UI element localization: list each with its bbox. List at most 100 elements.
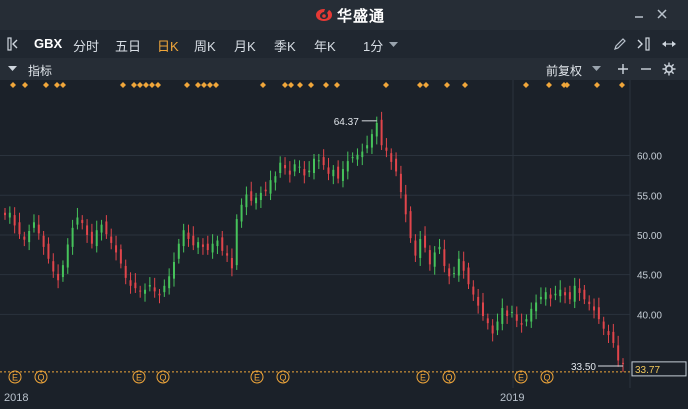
x-label-2018: 2018	[4, 392, 29, 404]
minute-dropdown-icon[interactable]	[389, 42, 398, 48]
minimize-icon[interactable]	[632, 7, 646, 21]
event-diamond-icon	[423, 82, 429, 88]
y-tick-label: 60.00	[637, 152, 662, 163]
event-diamond-icon	[143, 82, 149, 88]
candle-body	[298, 166, 301, 168]
event-diamond-icon	[137, 82, 143, 88]
candle-body	[549, 294, 552, 299]
candle-body	[313, 158, 315, 174]
candle-body	[525, 319, 528, 322]
candle-body	[66, 244, 69, 268]
candle-body	[409, 211, 412, 239]
candle-body	[419, 238, 422, 259]
zoom-in-icon[interactable]	[617, 63, 629, 75]
candle-body	[47, 243, 50, 259]
candle-body	[443, 249, 446, 266]
event-diamond-icon	[546, 82, 552, 88]
candle-body	[148, 285, 151, 287]
candle-body	[177, 243, 180, 259]
candle-body	[327, 167, 330, 174]
candle-body	[477, 296, 480, 306]
event-diamond-icon	[462, 82, 468, 88]
candle-body	[559, 289, 562, 297]
indicator-dropdown-icon[interactable]	[8, 66, 17, 72]
event-diamond-icon	[619, 82, 625, 88]
candle-body	[564, 292, 567, 296]
candle-body	[37, 224, 40, 234]
candle-body	[269, 180, 272, 194]
tab-five-day[interactable]: 五日	[115, 36, 141, 55]
event-diamond-icon	[594, 82, 600, 88]
event-diamond-icon	[564, 82, 570, 88]
candlestick-chart[interactable]: 60.00 55.00 50.00 45.00 40.00 64.37 33.50 33.77…	[0, 80, 688, 390]
candle-body	[515, 314, 518, 321]
candle-body	[399, 173, 402, 193]
candle-body	[433, 252, 436, 267]
adjust-selector[interactable]: 前复权	[546, 62, 582, 79]
collapse-right-icon[interactable]	[636, 37, 652, 51]
candle-body	[42, 235, 45, 247]
last-price-label: 33.77	[635, 365, 660, 376]
candle-body	[250, 191, 253, 201]
tab-yearly-k[interactable]: 年K	[314, 36, 336, 55]
candle-body	[105, 221, 108, 235]
close-icon[interactable]	[655, 7, 669, 21]
candle-body	[211, 243, 214, 253]
tab-weekly-k[interactable]: 周K	[194, 36, 216, 55]
candle-body	[607, 331, 610, 336]
app-brand-name: 华盛通	[337, 7, 386, 25]
event-diamond-icon	[207, 82, 213, 88]
expand-icon[interactable]	[661, 37, 677, 51]
candle-body	[501, 308, 504, 324]
candle-body	[293, 164, 296, 172]
candle-body	[230, 258, 233, 269]
candle-body	[284, 165, 287, 169]
collapse-left-icon[interactable]	[7, 37, 25, 51]
candle-body	[119, 249, 122, 264]
event-diamond-icon	[323, 82, 329, 88]
candle-body	[448, 268, 451, 277]
zoom-out-icon[interactable]	[640, 63, 652, 75]
candle-body	[317, 160, 320, 162]
tab-quarterly-k[interactable]: 季K	[274, 36, 296, 55]
candle-body	[86, 225, 89, 235]
quarter-marker: Q	[159, 373, 166, 383]
draw-pen-icon[interactable]	[613, 37, 627, 51]
tab-daily-k[interactable]: 日K	[157, 36, 179, 55]
candle-body	[380, 119, 383, 146]
candle-body	[622, 362, 624, 364]
candle-body	[4, 212, 6, 216]
candle-body	[602, 321, 605, 329]
candle-body	[139, 290, 142, 292]
candle-body	[197, 242, 200, 248]
candle-body	[583, 289, 586, 300]
candle-body	[578, 288, 581, 293]
period-toolbar: GBX 分时 五日 日K 周K 月K 季K 年K 1分	[0, 30, 688, 58]
tab-monthly-k[interactable]: 月K	[234, 36, 256, 55]
event-diamond-icon	[54, 82, 60, 88]
candle-body	[535, 302, 538, 312]
candle-body	[76, 217, 79, 225]
candle-body	[539, 296, 542, 300]
candle-body	[554, 293, 557, 296]
minute-selector[interactable]: 1分	[363, 36, 383, 55]
adjust-dropdown-icon[interactable]	[592, 66, 601, 72]
candle-body	[428, 250, 431, 265]
candle-body	[341, 169, 344, 181]
indicator-label[interactable]: 指标	[28, 62, 52, 79]
settings-gear-icon[interactable]	[662, 62, 676, 76]
candle-body	[467, 267, 470, 285]
candle-body	[18, 222, 21, 235]
candle-body	[308, 170, 311, 173]
candle-body	[520, 323, 523, 325]
low-price-label: 33.50	[571, 362, 596, 373]
huasheng-logo-icon	[316, 9, 332, 21]
symbol-label[interactable]: GBX	[34, 36, 62, 51]
event-diamond-icon	[10, 82, 16, 88]
tab-intraday[interactable]: 分时	[73, 36, 99, 55]
earnings-marker: E	[12, 373, 18, 383]
candle-body	[144, 289, 147, 294]
candle-body	[279, 162, 282, 174]
candle-body	[255, 197, 258, 204]
candle-body	[32, 222, 35, 228]
